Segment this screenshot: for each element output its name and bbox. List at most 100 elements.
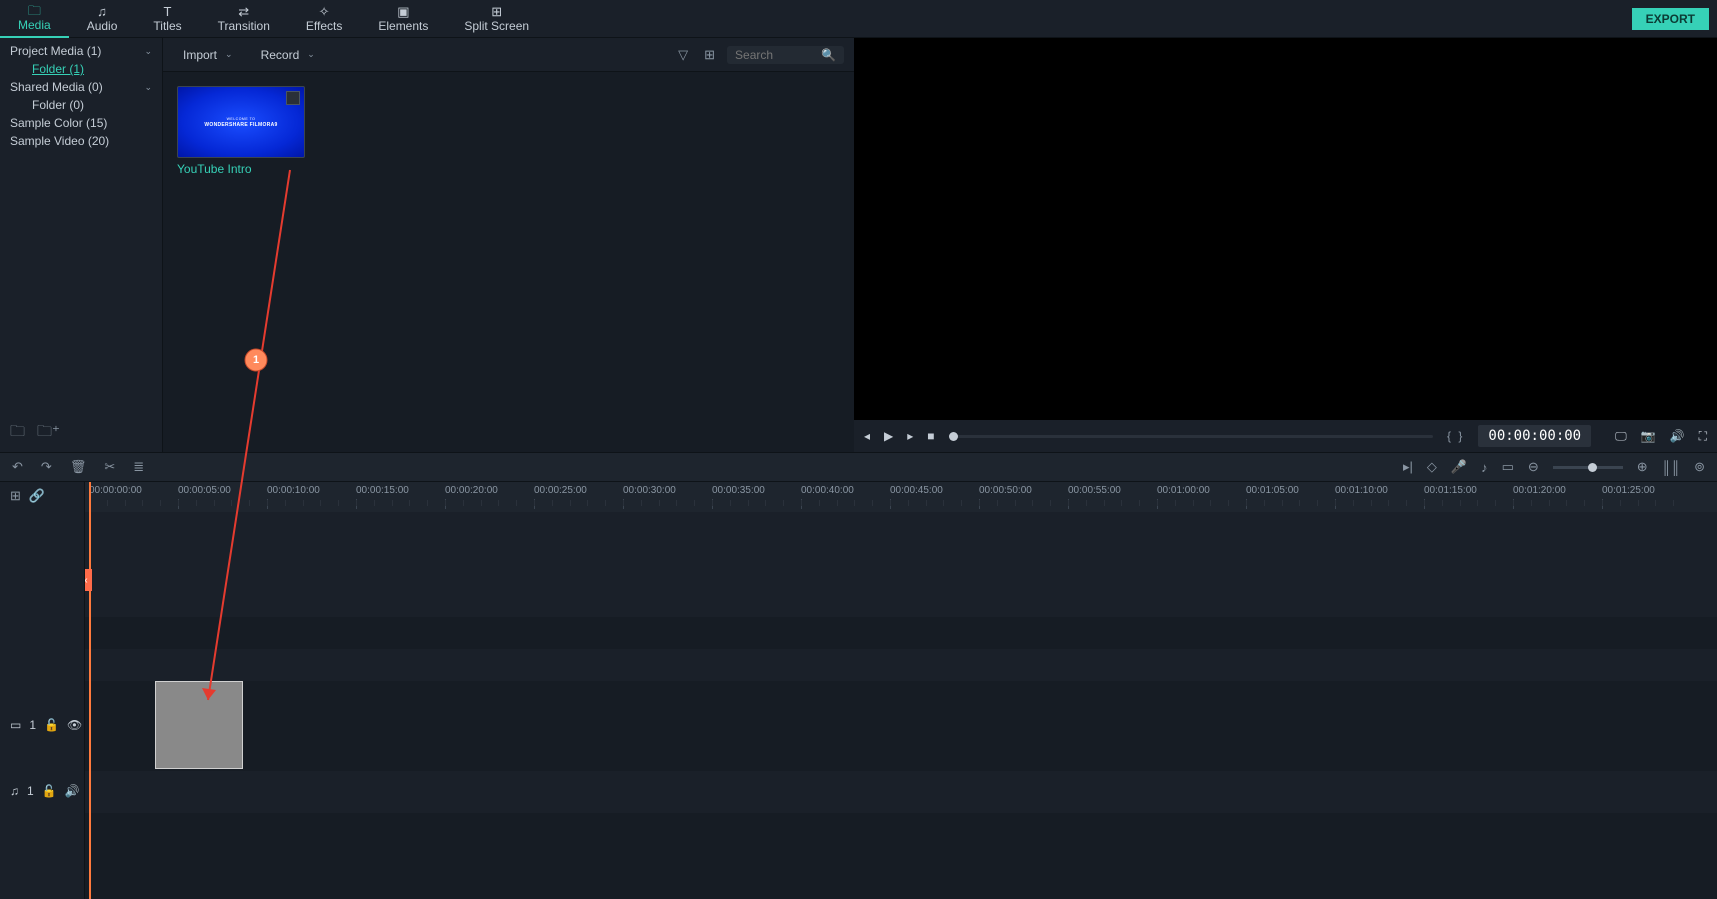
preview-progress[interactable] [949,435,1433,438]
sidebar-item-label: Sample Color (15) [10,116,107,130]
lock-icon[interactable]: 🔓 [42,784,57,798]
audio-track-num: 1 [27,784,34,798]
sidebar-item-label: Shared Media (0) [10,80,103,94]
tab-audio[interactable]: ♫ Audio [69,0,136,38]
tab-split-screen[interactable]: ⊞ Split Screen [446,0,547,38]
new-folder-plus-icon[interactable]: 🗀⁺ [37,421,60,446]
link-icon[interactable]: 🔗 [29,488,45,504]
tab-effects[interactable]: ✧ Effects [288,0,360,38]
preview-viewport [854,38,1717,420]
play-button[interactable]: ▶ [884,429,893,443]
tab-label: Titles [153,19,181,33]
thumb-subtitle: WELCOME TO [227,117,256,121]
ruler-mark: 00:01:20:00 [1513,485,1566,496]
tracks-area[interactable]: 00:00:00:0000:00:05:0000:00:10:0000:00:1… [85,482,1717,899]
search-input[interactable] [735,48,815,62]
timeline-right-tools: ▸| ◇ 🎤 ♪ ▭ ⊖ ⊕ ║║ ⊚ [1403,459,1705,475]
audio-track-1[interactable] [85,771,1717,813]
sidebar-item-project-media[interactable]: Project Media (1) ⌄ [0,42,162,60]
timeline: ⊞ 🔗 ▭ 1 🔓 👁 ♫ 1 🔓 🔊 00:00:00:0000:00:05:… [0,482,1717,899]
tab-label: Audio [87,19,118,33]
track-row[interactable] [85,813,1717,899]
redo-button[interactable]: ↷ [41,459,52,475]
grid-view-icon[interactable]: ⊞ [700,47,719,63]
tab-media[interactable]: 🗀 Media [0,0,69,38]
elements-icon: ▣ [397,5,409,18]
zoom-in-icon[interactable]: ⊕ [1637,459,1648,475]
track-menu-icon[interactable]: ⊞ [10,488,21,504]
undo-button[interactable]: ↶ [12,459,23,475]
ruler-mark: 00:00:10:00 [267,485,320,496]
delete-button[interactable]: 🗑 [70,459,87,475]
tab-transition[interactable]: ⇄ Transition [200,0,288,38]
track-row[interactable] [85,649,1717,681]
tab-titles[interactable]: T Titles [135,0,199,38]
track-header-tools: ⊞ 🔗 [0,482,84,510]
zoom-fit-icon[interactable]: ║║ [1662,460,1680,475]
search-icon[interactable]: 🔍 [821,48,836,62]
sidebar-item-shared-media[interactable]: Shared Media (0) ⌄ [0,78,162,96]
media-item-youtube-intro[interactable]: WELCOME TO WONDERSHARE FILMORA9 YouTube … [177,86,305,176]
lock-icon[interactable]: 🔓 [44,718,59,732]
media-item-label: YouTube Intro [177,162,305,176]
zoom-out-icon[interactable]: ⊖ [1528,459,1539,475]
split-icon: ⊞ [491,5,502,18]
chevron-down-icon: ⌄ [144,46,152,57]
drop-target-placeholder[interactable] [155,681,243,769]
snapshot-icon[interactable]: 📷 [1641,429,1656,444]
ruler-mark: 00:00:45:00 [890,485,943,496]
filter-icon[interactable]: ▽ [674,47,692,63]
time-ruler[interactable]: 00:00:00:0000:00:05:0000:00:10:0000:00:1… [85,482,1717,512]
video-track-header[interactable]: ▭ 1 🔓 👁 [0,680,84,770]
sidebar-item-label: Sample Video (20) [10,134,109,148]
top-tabs: 🗀 Media ♫ Audio T Titles ⇄ Transition ✧ … [0,0,1717,38]
ruler-mark: 00:01:15:00 [1424,485,1477,496]
zoom-handle[interactable] [1588,463,1597,472]
playhead-handle[interactable]: ‹ [85,569,92,591]
next-frame-button[interactable]: ▸ [907,429,913,443]
stop-button[interactable]: ■ [927,429,934,443]
voiceover-icon[interactable]: 🎤 [1451,459,1467,475]
new-folder-icon[interactable]: 🗀 [10,421,25,446]
track-row[interactable] [85,617,1717,649]
tab-elements[interactable]: ▣ Elements [360,0,446,38]
mute-icon[interactable]: 🔊 [65,784,80,798]
zoom-slider[interactable] [1553,466,1623,469]
thumb-title: WONDERSHARE FILMORA9 [204,122,277,128]
crop-icon[interactable]: ▭ [1502,459,1514,475]
eye-icon[interactable]: 👁 [67,718,82,732]
edit-button[interactable]: ≣ [133,459,144,475]
progress-handle[interactable] [949,432,958,441]
playhead[interactable] [89,482,91,899]
tab-label: Effects [306,19,342,33]
sidebar-item-folder-0[interactable]: Folder (0) [0,96,162,114]
text-icon: T [164,5,172,18]
audio-track-header[interactable]: ♫ 1 🔓 🔊 [0,770,84,812]
sidebar-item-sample-color[interactable]: Sample Color (15) [0,114,162,132]
sidebar-item-label: Project Media (1) [10,44,101,58]
sidebar-item-label: Folder (1) [32,62,84,76]
record-dropdown[interactable]: Record ⌄ [251,45,325,65]
volume-icon[interactable]: 🔊 [1670,429,1685,444]
fullscreen-icon[interactable]: ⛶ [1699,429,1707,444]
ruler-mark: 00:00:40:00 [801,485,854,496]
video-track-1[interactable] [85,681,1717,771]
marker-icon[interactable]: ◇ [1427,459,1437,475]
ruler-mark: 00:00:55:00 [1068,485,1121,496]
render-icon[interactable]: ▸| [1403,459,1413,475]
folder-icon: 🗀 [28,4,41,17]
video-track-num: 1 [29,718,36,732]
ruler-mark: 00:01:10:00 [1335,485,1388,496]
split-button[interactable]: ✂ [104,459,115,475]
sidebar-item-sample-video[interactable]: Sample Video (20) [0,132,162,150]
display-icon[interactable]: 🖵 [1615,429,1627,444]
mark-in-out-icon[interactable]: { } [1447,429,1464,443]
add-to-timeline-icon[interactable] [286,91,300,105]
prev-frame-button[interactable]: ◂ [864,429,870,443]
audio-mixer-icon[interactable]: ♪ [1481,460,1488,475]
sidebar-item-folder-1[interactable]: Folder (1) [0,60,162,78]
ruler-mark: 00:00:25:00 [534,485,587,496]
settings-icon[interactable]: ⊚ [1694,459,1705,475]
export-button[interactable]: EXPORT [1632,8,1709,30]
import-dropdown[interactable]: Import ⌄ [173,45,243,65]
